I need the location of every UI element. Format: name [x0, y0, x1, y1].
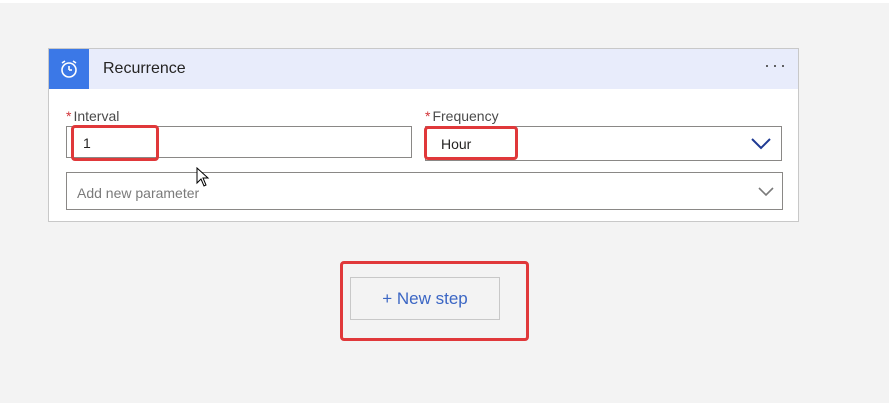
interval-label-text: Interval: [73, 108, 120, 124]
alarm-clock-icon: [49, 49, 89, 89]
mouse-cursor-icon: [196, 167, 210, 187]
interval-label: * Interval: [66, 108, 119, 124]
chevron-down-icon[interactable]: [757, 186, 775, 198]
card-title: Recurrence: [103, 60, 186, 77]
frequency-select[interactable]: Hour: [425, 126, 782, 161]
interval-input[interactable]: 1: [66, 126, 412, 158]
top-strip: [0, 0, 889, 3]
frequency-label-text: Frequency: [432, 108, 499, 124]
card-header[interactable]: Recurrence ···: [49, 49, 798, 89]
add-new-parameter-select[interactable]: Add new parameter: [66, 172, 783, 210]
add-parameter-placeholder: Add new parameter: [77, 185, 200, 201]
chevron-down-icon[interactable]: [750, 137, 772, 151]
frequency-value: Hour: [441, 136, 472, 152]
frequency-label: * Frequency: [425, 108, 499, 124]
new-step-button[interactable]: + New step: [350, 277, 500, 320]
more-options-button[interactable]: ···: [764, 55, 788, 76]
interval-required-mark: *: [66, 108, 72, 124]
frequency-required-mark: *: [425, 108, 431, 124]
interval-value: 1: [83, 135, 91, 151]
